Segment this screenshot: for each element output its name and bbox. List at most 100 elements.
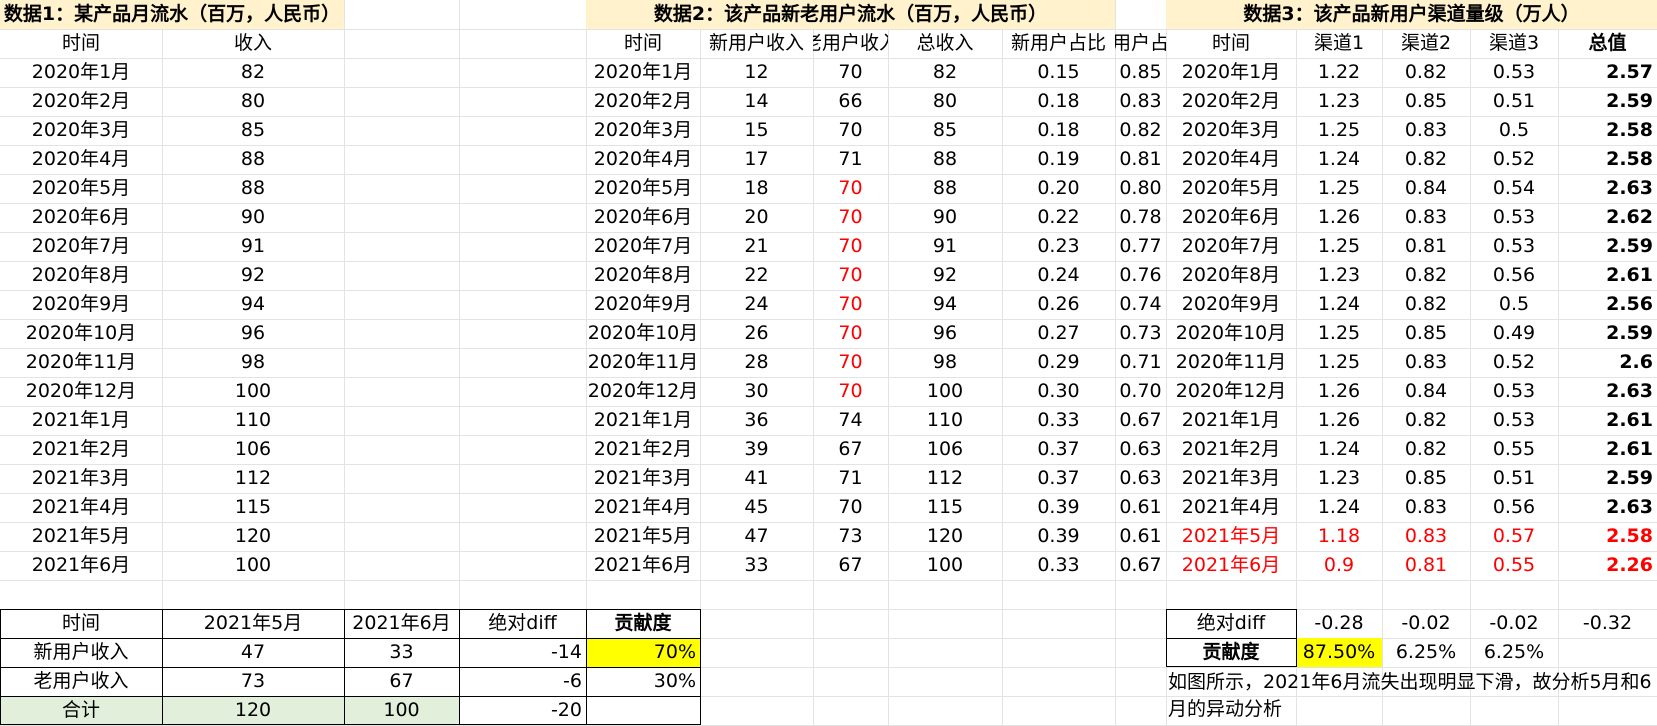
table2-cell[interactable]: 15 (700, 116, 813, 145)
table3-cell[interactable]: 0.84 (1382, 174, 1470, 203)
summary1-header[interactable]: 时间 (0, 609, 162, 638)
table3-cell[interactable]: 1.23 (1296, 261, 1382, 290)
table1-revenue-cell[interactable]: 82 (162, 58, 344, 87)
summary2-diff-cell[interactable]: 绝对diff (1166, 609, 1296, 638)
table3-cell[interactable]: 0.85 (1382, 319, 1470, 348)
table3-cell[interactable]: 2.59 (1558, 232, 1657, 261)
table2-cell[interactable]: 115 (888, 493, 1002, 522)
table3-cell[interactable]: 1.26 (1296, 406, 1382, 435)
table2-cell[interactable]: 0.70 (1115, 377, 1166, 406)
header-cell[interactable]: 收入 (162, 29, 344, 58)
table2-cell[interactable]: 12 (700, 58, 813, 87)
table2-cell[interactable]: 70 (813, 348, 888, 377)
table2-cell[interactable]: 41 (700, 464, 813, 493)
spreadsheet-grid[interactable]: 数据1：某产品月流水（百万，人民币） 数据2：该产品新老用户流水（百万，人民币） 数… (0, 0, 1657, 726)
table1-revenue-cell[interactable]: 92 (162, 261, 344, 290)
table3-cell[interactable]: 1.23 (1296, 87, 1382, 116)
summary2-diff-cell[interactable]: -0.28 (1296, 609, 1382, 638)
summary1-cell[interactable]: 47 (162, 638, 344, 667)
summary1-cell[interactable]: 100 (344, 696, 459, 725)
table3-cell[interactable]: 0.57 (1470, 522, 1558, 551)
table3-cell[interactable]: 0.82 (1382, 290, 1470, 319)
table1-date-cell[interactable]: 2020年2月 (0, 87, 162, 116)
table2-cell[interactable]: 110 (888, 406, 1002, 435)
table2-cell[interactable]: 14 (700, 87, 813, 116)
summary1-header[interactable]: 2021年5月 (162, 609, 344, 638)
table3-cell[interactable]: 0.52 (1470, 348, 1558, 377)
table1-revenue-cell[interactable]: 120 (162, 522, 344, 551)
table3-cell[interactable]: 1.23 (1296, 464, 1382, 493)
table2-cell[interactable]: 2020年9月 (586, 290, 700, 319)
table1-revenue-cell[interactable]: 96 (162, 319, 344, 348)
table3-cell[interactable]: 2021年5月 (1166, 522, 1296, 551)
table3-cell[interactable]: 2.58 (1558, 145, 1657, 174)
table1-revenue-cell[interactable]: 98 (162, 348, 344, 377)
header-cell[interactable]: 总值 (1558, 29, 1657, 58)
table2-cell[interactable]: 2021年3月 (586, 464, 700, 493)
table2-cell[interactable]: 120 (888, 522, 1002, 551)
table3-cell[interactable]: 2.63 (1558, 174, 1657, 203)
header-cell[interactable]: 渠道3 (1470, 29, 1558, 58)
table3-cell[interactable]: 0.55 (1470, 435, 1558, 464)
table2-cell[interactable]: 0.63 (1115, 435, 1166, 464)
table2-cell[interactable]: 0.85 (1115, 58, 1166, 87)
table2-cell[interactable]: 2020年2月 (586, 87, 700, 116)
table2-cell[interactable]: 0.80 (1115, 174, 1166, 203)
table3-cell[interactable]: 2020年6月 (1166, 203, 1296, 232)
table3-cell[interactable]: 2020年12月 (1166, 377, 1296, 406)
table1-date-cell[interactable]: 2021年4月 (0, 493, 162, 522)
table3-cell[interactable]: 0.5 (1470, 116, 1558, 145)
table3-cell[interactable]: 2.59 (1558, 87, 1657, 116)
table1-title[interactable]: 数据1：某产品月流水（百万，人民币） (0, 0, 344, 29)
table1-revenue-cell[interactable]: 90 (162, 203, 344, 232)
table2-cell[interactable]: 2020年12月 (586, 377, 700, 406)
table2-cell[interactable]: 0.19 (1002, 145, 1115, 174)
table2-cell[interactable]: 0.78 (1115, 203, 1166, 232)
table2-cell[interactable]: 70 (813, 377, 888, 406)
table2-cell[interactable]: 0.67 (1115, 551, 1166, 580)
table2-cell[interactable]: 22 (700, 261, 813, 290)
table2-cell[interactable]: 92 (888, 261, 1002, 290)
table2-cell[interactable]: 2021年5月 (586, 522, 700, 551)
table3-cell[interactable]: 2020年8月 (1166, 261, 1296, 290)
header-cell[interactable]: 时间 (1166, 29, 1296, 58)
table1-date-cell[interactable]: 2021年1月 (0, 406, 162, 435)
table2-cell[interactable]: 85 (888, 116, 1002, 145)
summary1-cell[interactable]: 30% (586, 667, 700, 696)
table2-cell[interactable]: 94 (888, 290, 1002, 319)
table3-cell[interactable]: 0.81 (1382, 232, 1470, 261)
table2-cell[interactable]: 0.20 (1002, 174, 1115, 203)
header-cell[interactable]: 新用户收入 (700, 29, 813, 58)
table2-cell[interactable]: 2020年3月 (586, 116, 700, 145)
summary1-cell[interactable]: -14 (459, 638, 586, 667)
table2-cell[interactable]: 80 (888, 87, 1002, 116)
table1-date-cell[interactable]: 2020年7月 (0, 232, 162, 261)
table2-cell[interactable]: 2020年10月 (586, 319, 700, 348)
summary1-header[interactable]: 2021年6月 (344, 609, 459, 638)
table2-cell[interactable]: 0.37 (1002, 464, 1115, 493)
table3-cell[interactable]: 1.26 (1296, 377, 1382, 406)
table3-cell[interactable]: 2020年4月 (1166, 145, 1296, 174)
table3-cell[interactable]: 2020年2月 (1166, 87, 1296, 116)
table2-cell[interactable]: 70 (813, 203, 888, 232)
table3-cell[interactable]: 0.83 (1382, 348, 1470, 377)
table3-cell[interactable]: 0.55 (1470, 551, 1558, 580)
table1-revenue-cell[interactable]: 115 (162, 493, 344, 522)
table3-cell[interactable]: 0.83 (1382, 203, 1470, 232)
table1-date-cell[interactable]: 2020年12月 (0, 377, 162, 406)
summary1-cell[interactable]: 120 (162, 696, 344, 725)
table1-revenue-cell[interactable]: 85 (162, 116, 344, 145)
table3-cell[interactable]: 0.56 (1470, 493, 1558, 522)
table3-cell[interactable]: 1.22 (1296, 58, 1382, 87)
table3-cell[interactable]: 2020年9月 (1166, 290, 1296, 319)
table2-cell[interactable]: 0.71 (1115, 348, 1166, 377)
table3-cell[interactable]: 2.63 (1558, 377, 1657, 406)
table3-cell[interactable]: 2.58 (1558, 522, 1657, 551)
table2-cell[interactable]: 112 (888, 464, 1002, 493)
table2-cell[interactable]: 66 (813, 87, 888, 116)
table3-title[interactable]: 数据3：该产品新用户渠道量级（万人） (1166, 0, 1657, 29)
table3-cell[interactable]: 2.26 (1558, 551, 1657, 580)
table3-cell[interactable]: 2020年10月 (1166, 319, 1296, 348)
table2-cell[interactable]: 70 (813, 58, 888, 87)
summary1-cell[interactable]: -6 (459, 667, 586, 696)
